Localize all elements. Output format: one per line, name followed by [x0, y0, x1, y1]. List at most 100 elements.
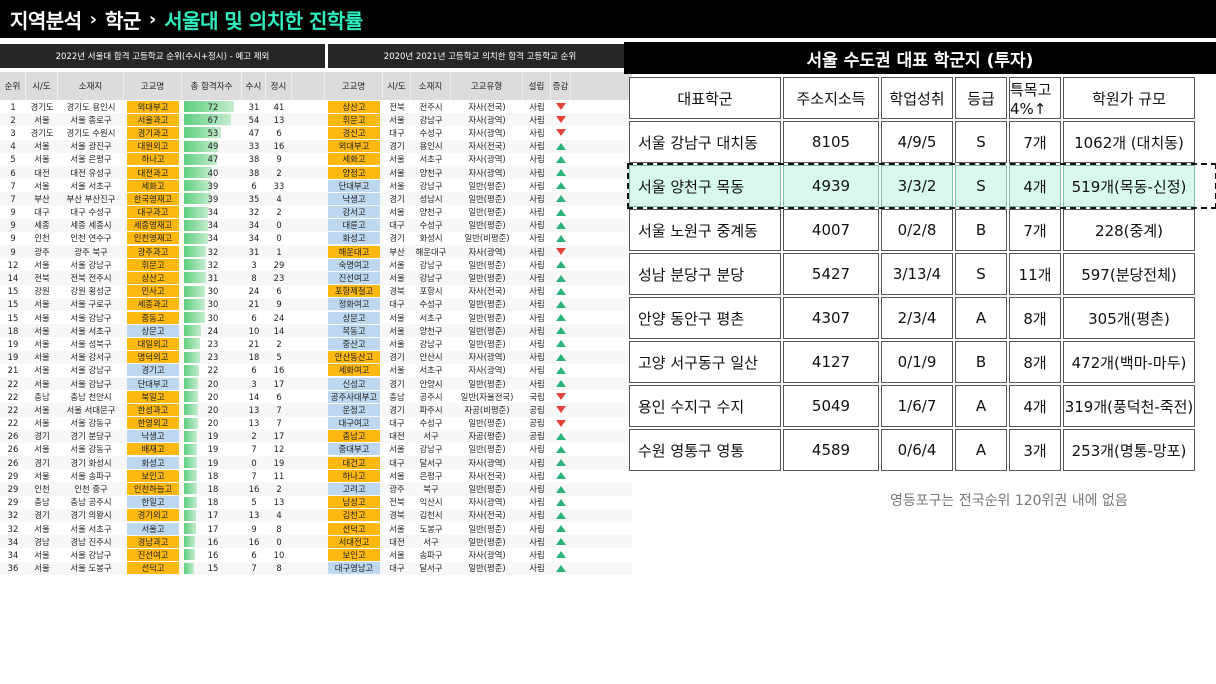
- total-value: 30: [207, 299, 219, 310]
- table-row[interactable]: 12 서울 서울 강남구 휘문고 32 3 29 숙명여고 서울 강남구 일반(평준) 사립: [0, 258, 632, 271]
- breadcrumb-region[interactable]: 지역분석: [10, 5, 82, 34]
- table-row[interactable]: 2 서울 서울 종로구 서울과고 67 54 13 휘문고 서울 강남구 자사(광역) 사립: [0, 113, 632, 127]
- establishment-cell: 사립: [529, 127, 545, 138]
- city-cell: 세종: [34, 220, 50, 231]
- school-cell: 한성과고: [124, 403, 182, 416]
- table-row[interactable]: 26 경기 경기 화성시 화성고 19 0 19 대건고 대구 달서구 자사(광역) 사립: [0, 456, 632, 470]
- triangle-up-icon: [556, 485, 566, 493]
- table-row[interactable]: 3 경기도 경기도 수원시 경기과고 53 47 6 경신고 대구 수성구 자사(광역) 사립: [0, 126, 632, 139]
- table-row[interactable]: 7 서울 서울 서초구 세화고 39 6 33 단대부고 서울 강남구 일반(평준) 사립: [0, 179, 632, 192]
- table-row[interactable]: 22 서울 서울 강남구 단대부고 20 3 17 신성고 경기 안양시 일반(평준) 사립: [0, 376, 632, 391]
- district-row[interactable]: 서울 노원구 중계동 4007 0/2/8 B 7개 228(중계): [628, 208, 1216, 252]
- city-cell: 서울: [34, 325, 50, 336]
- table-row[interactable]: 22 서울 서울 서대문구 한성과고 20 13 7 운정고 경기 파주시 자공(비평준) 공립: [0, 403, 632, 417]
- table-row[interactable]: 9 세종 세종 세종시 세종영재고 34 34 0 대륜고 대구 수성구 일반(평준) 사립: [0, 218, 632, 232]
- school-type-cell: 일반(평준): [468, 312, 506, 323]
- rank-cell: 21: [7, 365, 19, 376]
- school-cell: 보인고: [124, 469, 182, 482]
- location-cell-b: 전주시: [419, 101, 443, 112]
- district-row[interactable]: 서울 양천구 목동 4939 3/3/2 S 4개 519개(목동-신정): [628, 164, 1216, 208]
- school-cell: 중동고: [124, 311, 182, 324]
- table-row[interactable]: 22 서울 서울 강동구 한영외고 20 13 7 대구여고 대구 수성구 일반(평준) 공립: [0, 417, 632, 430]
- school-cell: 휘문고: [124, 258, 182, 271]
- school-name: 경기고: [127, 364, 179, 377]
- district-row[interactable]: 안양 동안구 평촌 4307 2/3/4 A 8개 305개(평촌): [628, 296, 1216, 340]
- table-row[interactable]: 9 대구 대구 수성구 대구과고 34 32 2 강서고 서울 양천구 일반(평준) 사립: [0, 206, 632, 219]
- establishment-cell: 사립: [529, 365, 545, 376]
- table-row[interactable]: 26 서울 서울 강동구 배재고 19 7 12 중대부고 서울 강남구 일반(평준) 사립: [0, 443, 632, 456]
- table-row[interactable]: 29 인천 인천 중구 인천하늘고 18 16 2 고려고 광주 북구 일반(평준) 사립: [0, 482, 632, 496]
- table-row[interactable]: 34 경남 경남 진주시 경남과고 16 16 0 서대전고 대전 서구 일반(평준) 사립: [0, 535, 632, 549]
- location-cell: 경기 화성시: [70, 457, 112, 468]
- table-row[interactable]: 15 강원 강원 횡성군 민사고 30 24 6 포항제철고 경북 포항시 자사(전국) 사립: [0, 285, 632, 298]
- total-cell: 49: [182, 140, 242, 153]
- triangle-up-icon: [556, 353, 566, 361]
- breadcrumb-school-district[interactable]: 학군: [105, 5, 141, 34]
- school-cell: 한영외고: [124, 417, 182, 430]
- school-name-b: 경신고: [328, 126, 380, 139]
- table-row[interactable]: 29 충남 충남 공주시 한일고 18 5 13 남성고 전북 익산시 자사(광역) 사립: [0, 496, 632, 509]
- gap-cell: [292, 285, 325, 298]
- table-row[interactable]: 18 서울 서울 서초구 상문고 24 10 14 목동고 서울 양천구 일반(평준) 사립: [0, 324, 632, 338]
- triangle-up-icon: [556, 380, 566, 388]
- school-cell-b: 서대전고: [325, 535, 383, 548]
- table-row[interactable]: 6 대전 대전 유성구 대전과고 40 38 2 양정고 서울 양천구 자사(광역) 사립: [0, 165, 632, 180]
- table-row[interactable]: 32 경기 경기 의왕시 경기외고 17 13 4 김천고 경북 김천시 자사(전국) 사립: [0, 508, 632, 522]
- table-row[interactable]: 32 서울 서울 서초구 서울고 17 9 8 선덕고 서울 도봉구 일반(평준) 사립: [0, 522, 632, 535]
- district-row[interactable]: 수원 영통구 영통 4589 0/6/4 A 3개 253개(명통-망포): [628, 428, 1216, 472]
- table-row[interactable]: 15 서울 서울 구로구 세종과고 30 21 9 정화여고 대구 수성구 일반(평준) 사립: [0, 297, 632, 311]
- susi-cell: 47: [248, 127, 260, 138]
- gap-cell: [292, 351, 325, 364]
- academy-cell: 319개(풍덕천-죽전): [1063, 385, 1195, 427]
- susi-cell: 6: [251, 312, 257, 323]
- table-row[interactable]: 19 서울 서울 강서구 명덕외고 23 18 5 안산동산고 경기 안산시 자사(광역) 사립: [0, 350, 632, 364]
- establishment-cell: 사립: [529, 325, 545, 336]
- school-name: 상산고: [127, 272, 179, 285]
- school-cell-b: 정화여고: [325, 298, 383, 311]
- table-row[interactable]: 9 인천 인천 연수구 인천영재고 34 34 0 화성고 경기 화성시 일반(비평준) 사립: [0, 232, 632, 245]
- triangle-up-icon: [556, 169, 566, 177]
- table-row[interactable]: 34 서울 서울 강남구 진선여고 16 6 10 보인고 서울 송파구 자사(광역) 사립: [0, 548, 632, 561]
- table-row[interactable]: 7 부산 부산 부산진구 한국영재고 39 35 4 낙생고 경기 성남시 일반(평준) 사립: [0, 192, 632, 206]
- triangle-down-icon: [556, 103, 566, 111]
- table-row[interactable]: 36 서울 서울 도봉구 선덕고 15 7 8 대구영남고 대구 달서구 일반(평준) 사립: [0, 561, 632, 575]
- table-row[interactable]: 4 서울 서울 광진구 대원외고 49 33 16 외대부고 경기 용인시 자사(전국) 사립: [0, 139, 632, 153]
- total-value: 32: [207, 246, 219, 257]
- district-row[interactable]: 서울 강남구 대치동 8105 4/9/5 S 7개 1062개 (대치동): [628, 120, 1216, 164]
- table-row[interactable]: 19 서울 서울 성북구 대일외고 23 21 2 중산고 서울 강남구 일반(평준) 사립: [0, 337, 632, 350]
- table-row[interactable]: 5 서울 서울 은평구 하나고 47 38 9 세화고 서울 서초구 자사(광역) 사립: [0, 153, 632, 166]
- table-row[interactable]: 21 서울 서울 강남구 경기고 22 6 16 세화여고 서울 서초구 자사(광역) 사립: [0, 364, 632, 377]
- rank-cell: 22: [7, 391, 19, 402]
- establishment-cell: 사립: [529, 312, 545, 323]
- table-row[interactable]: 15 서울 서울 강남구 중동고 30 6 24 상문고 서울 서초구 일반(평준) 사립: [0, 311, 632, 324]
- table-row[interactable]: 9 광주 광주 북구 광주과고 32 31 1 해운대고 부산 해운대구 자사(광역) 사립: [0, 245, 632, 259]
- school-name-b: 대륜고: [328, 219, 380, 232]
- district-row[interactable]: 성남 분당구 분당 5427 3/13/4 S 11개 597(분당전체): [628, 252, 1216, 296]
- total-cell: 32: [182, 258, 242, 271]
- gap-cell: [292, 509, 325, 522]
- school-cell: 세종과고: [124, 298, 182, 311]
- table-row[interactable]: 14 전북 전북 전주시 상산고 31 8 23 진선여고 서울 강남구 일반(평준) 사립: [0, 271, 632, 285]
- district-row[interactable]: 용인 수지구 수지 5049 1/6/7 A 4개 319개(풍덕천-죽전): [628, 384, 1216, 428]
- table-row[interactable]: 1 경기도 경기도 용인시 외대부고 72 31 41 상산고 전북 전주시 자사(전국) 사립: [0, 100, 632, 113]
- left-table-header: 순위 시/도 소재지 고교명 총 합격자수 수시 정시 고교명 시/도 소재지 …: [0, 72, 632, 100]
- total-value: 18: [207, 497, 219, 508]
- school-type-cell: 자사(전국): [468, 101, 506, 112]
- school-name: 한국영재고: [127, 192, 179, 205]
- gap-cell: [292, 535, 325, 548]
- school-name: 외대부고: [127, 100, 179, 113]
- change-cell: [551, 535, 571, 548]
- school-cell-b: 남성고: [325, 496, 383, 509]
- table-row[interactable]: 26 경기 경기 분당구 낙생고 19 2 17 충남고 대전 서구 자공(평준) 공립: [0, 429, 632, 443]
- income-cell: 4307: [783, 297, 879, 339]
- school-type-cell: 일반(평준): [468, 325, 506, 336]
- school-cell: 명덕외고: [124, 351, 182, 364]
- table-row[interactable]: 22 충남 충남 천안시 북일고 20 14 6 공주사대부고 충남 공주시 일반(자율전국) 국립: [0, 390, 632, 403]
- jeongsi-cell: 2: [276, 207, 282, 218]
- location-cell-b: 서구: [423, 536, 439, 547]
- establishment-cell: 공립: [529, 418, 545, 429]
- location-cell-b: 파주시: [419, 404, 443, 415]
- table-row[interactable]: 29 서울 서울 송파구 보인고 18 7 11 하나고 서울 은평구 자사(전국) 사립: [0, 469, 632, 482]
- susi-cell: 7: [251, 470, 257, 481]
- district-row[interactable]: 고양 서구동구 일산 4127 0/1/9 B 8개 472개(백마-마두): [628, 340, 1216, 384]
